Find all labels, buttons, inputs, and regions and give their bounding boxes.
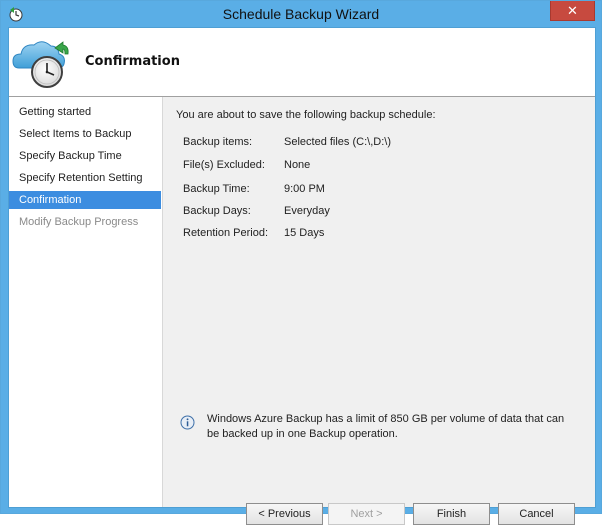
summary-label: Backup items: <box>183 136 253 148</box>
nav-item-select-items[interactable]: Select Items to Backup <box>9 125 161 143</box>
info-message: Windows Azure Backup has a limit of 850 … <box>207 413 565 440</box>
summary-row-backup-items: Backup items: Selected files (C:\,D:\) <box>183 136 583 152</box>
close-icon: ✕ <box>567 2 578 18</box>
summary-label: Retention Period: <box>183 227 268 239</box>
nav-item-backup-time[interactable]: Specify Backup Time <box>9 147 161 165</box>
summary-label: File(s) Excluded: <box>183 159 265 171</box>
page-title: Confirmation <box>85 54 180 69</box>
summary-row-backup-time: Backup Time: 9:00 PM <box>183 183 583 199</box>
nav-item-modify-progress: Modify Backup Progress <box>19 216 139 228</box>
wizard-main-panel: You are about to save the following back… <box>163 97 595 525</box>
summary-value: Selected files (C:\,D:\) <box>284 136 391 148</box>
summary-row-files-excluded: File(s) Excluded: None <box>183 159 583 175</box>
finish-button[interactable]: Finish <box>413 503 490 525</box>
wizard-steps-nav: Getting started Select Items to Backup S… <box>9 97 163 507</box>
wizard-header: Confirmation <box>9 28 595 97</box>
summary-value: None <box>284 159 311 171</box>
wizard-client-area: Confirmation Getting started Select Item… <box>8 27 596 525</box>
intro-text: You are about to save the following back… <box>176 109 436 121</box>
summary-label: Backup Time: <box>183 183 250 195</box>
summary-row-retention-period: Retention Period: 15 Days <box>183 227 583 243</box>
info-icon <box>180 415 195 430</box>
summary-value: Everyday <box>284 205 330 217</box>
cancel-button[interactable]: Cancel <box>498 503 575 525</box>
wizard-window: Schedule Backup Wizard ✕ Confirmation Ge… <box>0 0 602 525</box>
nav-item-getting-started[interactable]: Getting started <box>9 103 161 121</box>
next-button: Next > <box>328 503 405 525</box>
window-title: Schedule Backup Wizard <box>222 6 380 22</box>
previous-button[interactable]: < Previous <box>246 503 323 525</box>
title-bar[interactable]: Schedule Backup Wizard ✕ <box>1 1 601 27</box>
nav-item-confirmation[interactable]: Confirmation <box>9 191 161 209</box>
cloud-clock-icon <box>12 41 69 88</box>
summary-value: 9:00 PM <box>284 183 325 195</box>
close-button[interactable]: ✕ <box>550 1 595 21</box>
nav-item-retention-setting[interactable]: Specify Retention Setting <box>9 169 161 187</box>
summary-label: Backup Days: <box>183 205 251 217</box>
summary-row-backup-days: Backup Days: Everyday <box>183 205 583 221</box>
summary-value: 15 Days <box>284 227 325 239</box>
